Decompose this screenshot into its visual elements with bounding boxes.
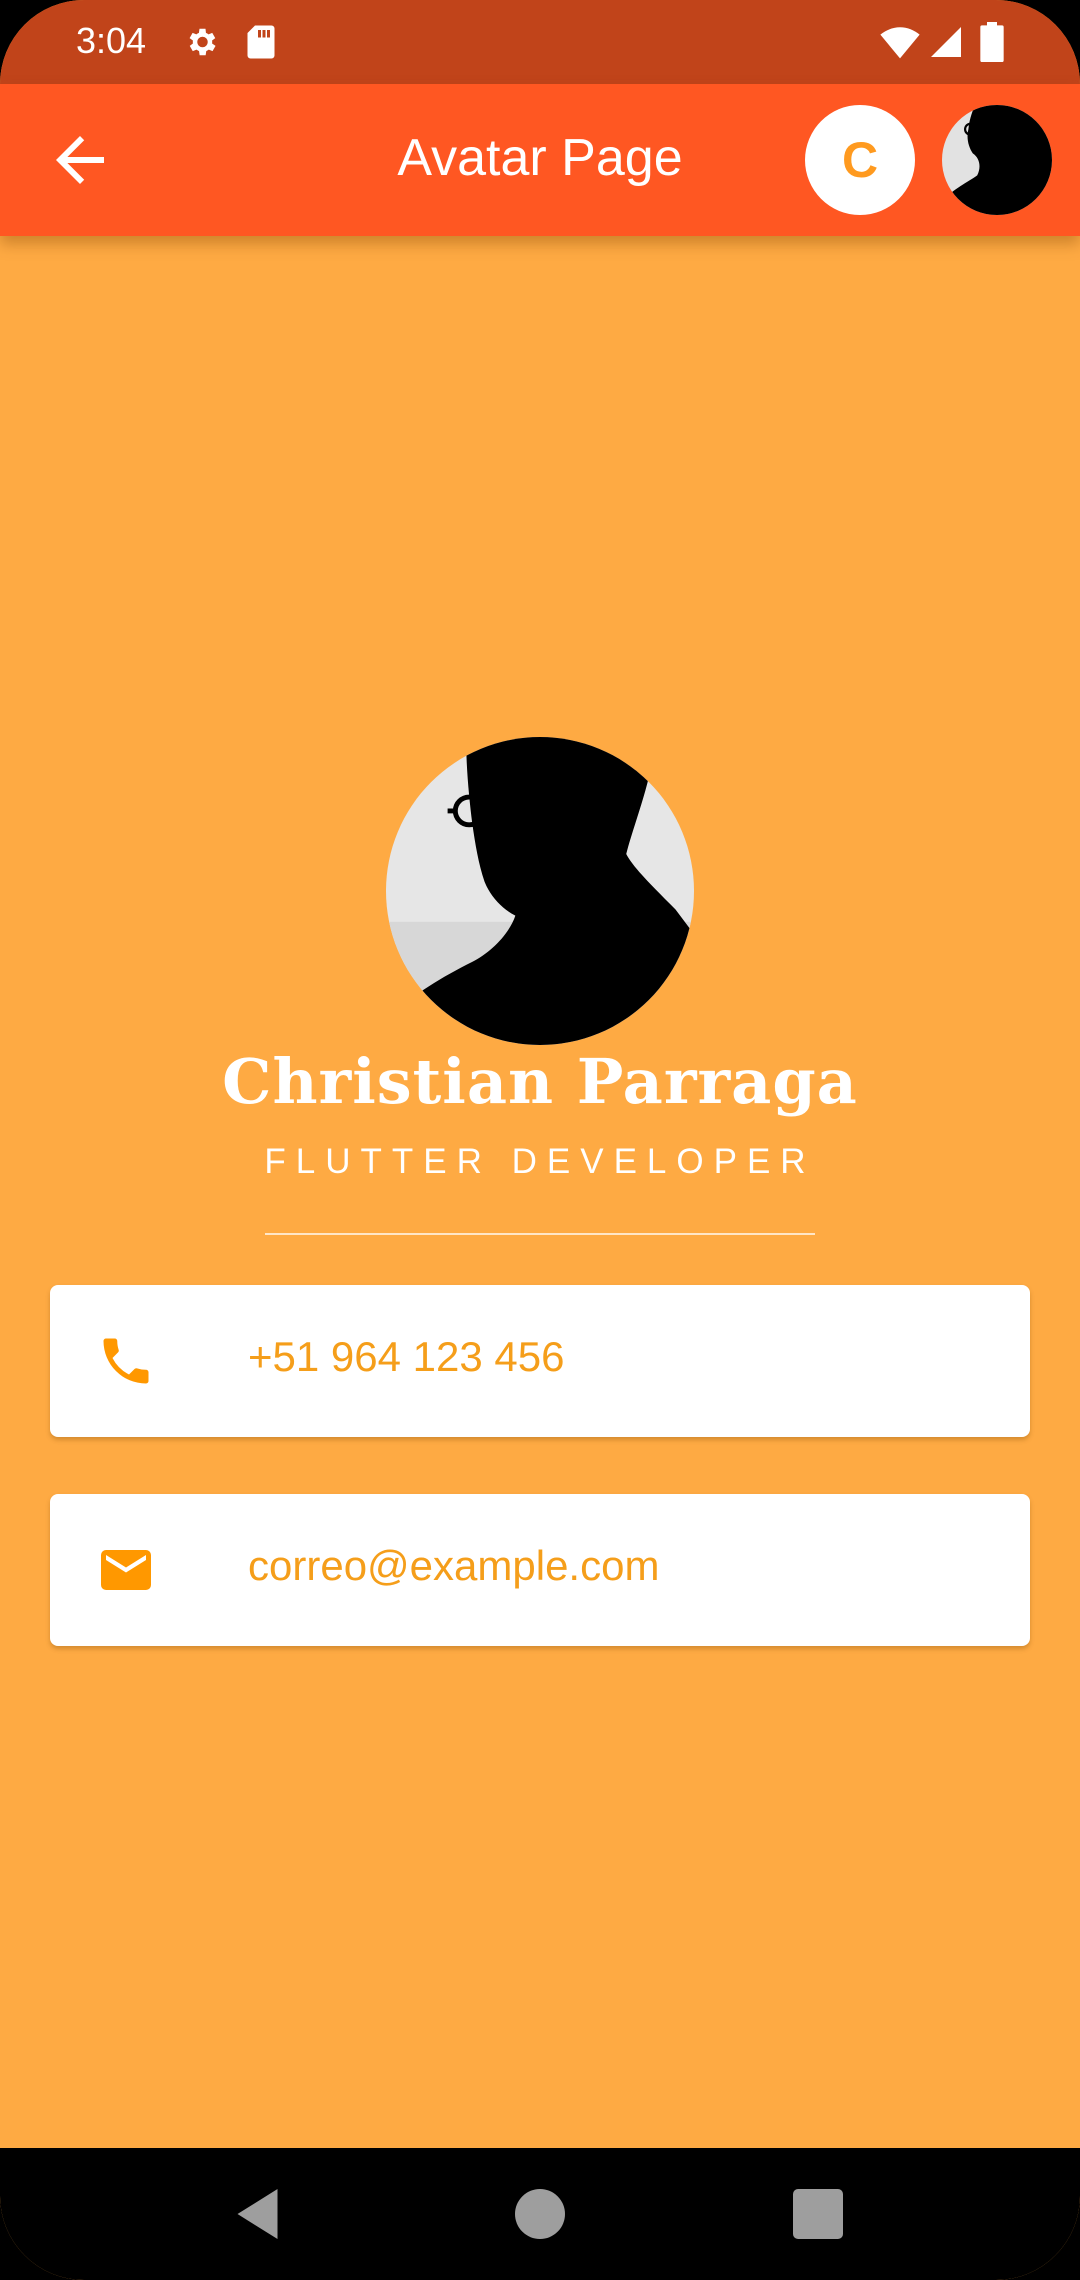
status-time: 3:04 <box>76 20 147 61</box>
phone-card[interactable]: +51 964 123 456 <box>50 1285 1030 1437</box>
avatar-letter[interactable]: C <box>805 105 915 215</box>
back-triangle-icon[interactable] <box>230 2184 290 2244</box>
email-card[interactable]: correo@example.com <box>50 1494 1030 1646</box>
battery-icon <box>980 22 1004 62</box>
phone-screen: 3:04 Avatar Page C Christian Parraga FLU… <box>0 0 1080 2280</box>
settings-icon <box>189 28 216 56</box>
avatar-photo[interactable] <box>942 105 1052 215</box>
app-bar: Avatar Page C <box>0 84 1080 236</box>
system-nav-bar <box>0 2148 1080 2280</box>
profile-avatar <box>386 737 694 1045</box>
profile-name: Christian Parraga <box>222 1045 858 1118</box>
phone-number: +51 964 123 456 <box>248 1333 565 1380</box>
wifi-icon <box>880 27 920 59</box>
signal-icon <box>931 27 961 57</box>
phone-icon <box>103 1338 149 1384</box>
home-circle-icon[interactable] <box>510 2184 570 2244</box>
recents-square-icon[interactable] <box>788 2184 848 2244</box>
status-bar: 3:04 <box>0 0 1080 84</box>
sd-card-icon <box>247 25 275 59</box>
email-icon <box>101 1550 151 1590</box>
page-title: Avatar Page <box>397 129 683 187</box>
email-address: correo@example.com <box>248 1542 660 1589</box>
divider <box>265 1233 815 1235</box>
profile-role: FLUTTER DEVELOPER <box>264 1142 816 1181</box>
